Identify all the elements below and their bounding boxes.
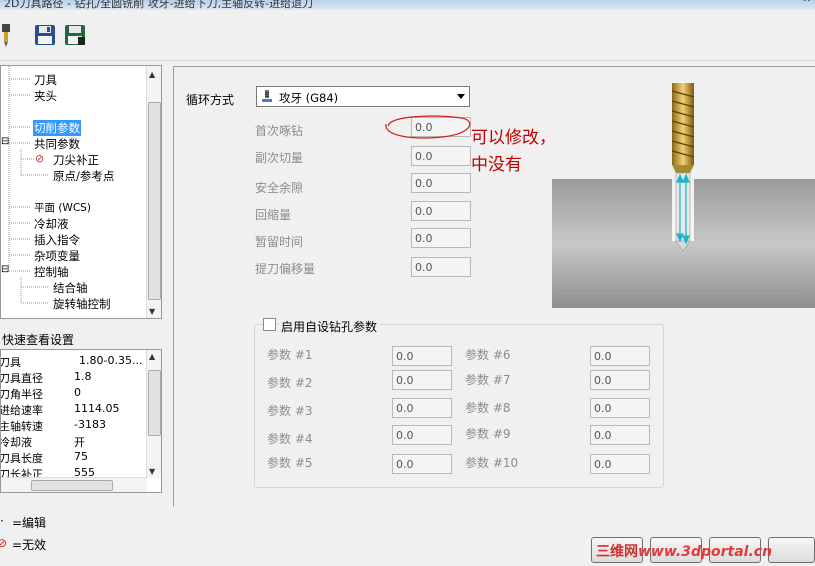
param-label: 回缩量 bbox=[255, 208, 292, 222]
save-icon[interactable] bbox=[34, 24, 56, 46]
left-panel: 刀具 夹头 切削参数 ⊟ 共同参数 ⊘ 刀尖补正 原点/参考点 平面 (WCS)… bbox=[0, 61, 170, 506]
param-label: 参数 #10 bbox=[465, 456, 519, 470]
tree-item-tip-comp[interactable]: 刀尖补正 bbox=[53, 152, 99, 168]
quick-view-title: 快速查看设置 bbox=[2, 333, 75, 347]
tree-item-plane[interactable]: 平面 (WCS) bbox=[34, 200, 91, 215]
dwell-field[interactable]: 0.0 bbox=[411, 228, 471, 248]
tree-item-axis-combo[interactable]: 结合轴 bbox=[53, 280, 88, 296]
tapping-illustration bbox=[552, 81, 815, 308]
param-label: 安全余隙 bbox=[255, 181, 304, 195]
tool-icon[interactable] bbox=[0, 24, 12, 47]
annotation-ellipse bbox=[385, 115, 471, 139]
tree-item-rotary[interactable]: 旋转轴控制 bbox=[53, 296, 111, 312]
window-title: 2D刀具路径 - 钻孔/全圆铣削 攻牙-进给下刀,主轴反转-进给退刀 bbox=[4, 0, 314, 10]
invalid-icon: ⊘ bbox=[35, 152, 45, 165]
param-label: 参数 #2 bbox=[267, 376, 313, 390]
tree-collapse-icon[interactable]: ⊟ bbox=[1, 264, 9, 275]
quick-view-list: 刀具 1.80-0.35... 刀具直径 1.8 刀角半径 0 进给速率 1114.05… bbox=[0, 349, 162, 493]
scroll-up-icon[interactable]: ▲ bbox=[149, 70, 155, 79]
watermark: 三维网www.3dportal.cn bbox=[596, 544, 773, 560]
param-1-field[interactable]: 0.0 bbox=[392, 346, 452, 366]
param-7-field[interactable]: 0.0 bbox=[590, 370, 650, 390]
tree-item-insert-code[interactable]: 插入指令 bbox=[34, 232, 80, 248]
parameter-tree: 刀具 夹头 切削参数 ⊟ 共同参数 ⊘ 刀尖补正 原点/参考点 平面 (WCS)… bbox=[0, 65, 162, 319]
param-label: 参数 #8 bbox=[465, 401, 511, 415]
param-2-field[interactable]: 0.0 bbox=[392, 370, 452, 390]
scroll-thumb[interactable] bbox=[148, 102, 161, 300]
apply-button[interactable] bbox=[768, 537, 815, 563]
window-controls[interactable]: ─ ✕ bbox=[793, 0, 811, 5]
shift-field[interactable]: 0.0 bbox=[411, 257, 471, 277]
param-label: 参数 #4 bbox=[267, 432, 313, 446]
cycle-select[interactable]: 攻牙 (G84) bbox=[256, 86, 470, 107]
tree-item-misc[interactable]: 杂项变量 bbox=[34, 248, 80, 264]
tree-item-axis-control[interactable]: 控制轴 bbox=[34, 264, 69, 280]
chevron-down-icon[interactable] bbox=[457, 94, 465, 99]
safety-clearance-field[interactable]: 0.0 bbox=[411, 173, 471, 193]
tree-scrollbar[interactable]: ▲ ▼ bbox=[146, 66, 161, 318]
scroll-down-icon[interactable]: ▼ bbox=[149, 307, 155, 316]
title-bar: 2D刀具路径 - 钻孔/全圆铣削 攻牙-进给下刀,主轴反转-进给退刀 ─ ✕ bbox=[0, 0, 815, 10]
param-label: 参数 #3 bbox=[267, 404, 313, 418]
scroll-down-icon[interactable]: ▼ bbox=[149, 467, 155, 476]
param-label: 提刀偏移量 bbox=[255, 262, 316, 276]
param-label: 首次啄钻 bbox=[255, 124, 304, 138]
tree-item-holder[interactable]: 夹头 bbox=[34, 88, 57, 104]
tap-icon bbox=[262, 90, 272, 102]
param-label: 参数 #9 bbox=[465, 427, 511, 441]
cycle-label: 循环方式 bbox=[186, 93, 235, 107]
scroll-thumb[interactable] bbox=[31, 480, 113, 491]
retract-field[interactable]: 0.0 bbox=[411, 201, 471, 221]
toolbar bbox=[0, 10, 815, 61]
quick-view-hscrollbar[interactable] bbox=[1, 477, 147, 492]
param-label: 参数 #7 bbox=[465, 373, 511, 387]
tree-item-origin[interactable]: 原点/参考点 bbox=[53, 168, 114, 184]
param-4-field[interactable]: 0.0 bbox=[392, 425, 452, 445]
scroll-thumb[interactable] bbox=[148, 370, 161, 436]
quick-view-scrollbar[interactable]: ▲ ▼ bbox=[146, 350, 161, 478]
param-9-field[interactable]: 0.0 bbox=[590, 425, 650, 445]
param-label: 参数 #6 bbox=[465, 348, 511, 362]
tree-collapse-icon[interactable]: ⊟ bbox=[1, 136, 9, 147]
edit-legend-icon: · bbox=[0, 514, 4, 528]
tree-item-cut-params[interactable]: 切削参数 bbox=[33, 120, 81, 136]
param-label: 副次切量 bbox=[255, 151, 304, 165]
tree-item-coolant[interactable]: 冷却液 bbox=[34, 216, 69, 232]
scroll-up-icon[interactable]: ▲ bbox=[149, 352, 155, 361]
param-label: 参数 #5 bbox=[267, 456, 313, 470]
subsequent-peck-field[interactable]: 0.0 bbox=[411, 146, 471, 166]
param-label: 参数 #1 bbox=[267, 348, 313, 362]
legend-invalid: =无效 bbox=[12, 538, 47, 552]
param-3-field[interactable]: 0.0 bbox=[392, 398, 452, 418]
custom-params-checkbox[interactable] bbox=[263, 318, 276, 331]
param-5-field[interactable]: 0.0 bbox=[392, 454, 452, 474]
tree-item-common-params[interactable]: 共同参数 bbox=[34, 136, 80, 152]
tree-item-tool[interactable]: 刀具 bbox=[34, 72, 57, 88]
param-label: 暂留时间 bbox=[255, 235, 304, 249]
cut-params-panel: 循环方式 攻牙 (G84) 首次啄钻 0.0 副次切量 0.0 安全余隙 0.0… bbox=[173, 66, 815, 507]
save-as-icon[interactable] bbox=[64, 24, 86, 46]
param-8-field[interactable]: 0.0 bbox=[590, 398, 650, 418]
invalid-icon: ⊘ bbox=[0, 536, 8, 550]
cycle-value: 攻牙 (G84) bbox=[279, 91, 339, 105]
param-10-field[interactable]: 0.0 bbox=[590, 454, 650, 474]
custom-params-label: 启用自设钻孔参数 bbox=[279, 318, 380, 335]
param-6-field[interactable]: 0.0 bbox=[590, 346, 650, 366]
legend-edit: =编辑 bbox=[12, 516, 47, 530]
